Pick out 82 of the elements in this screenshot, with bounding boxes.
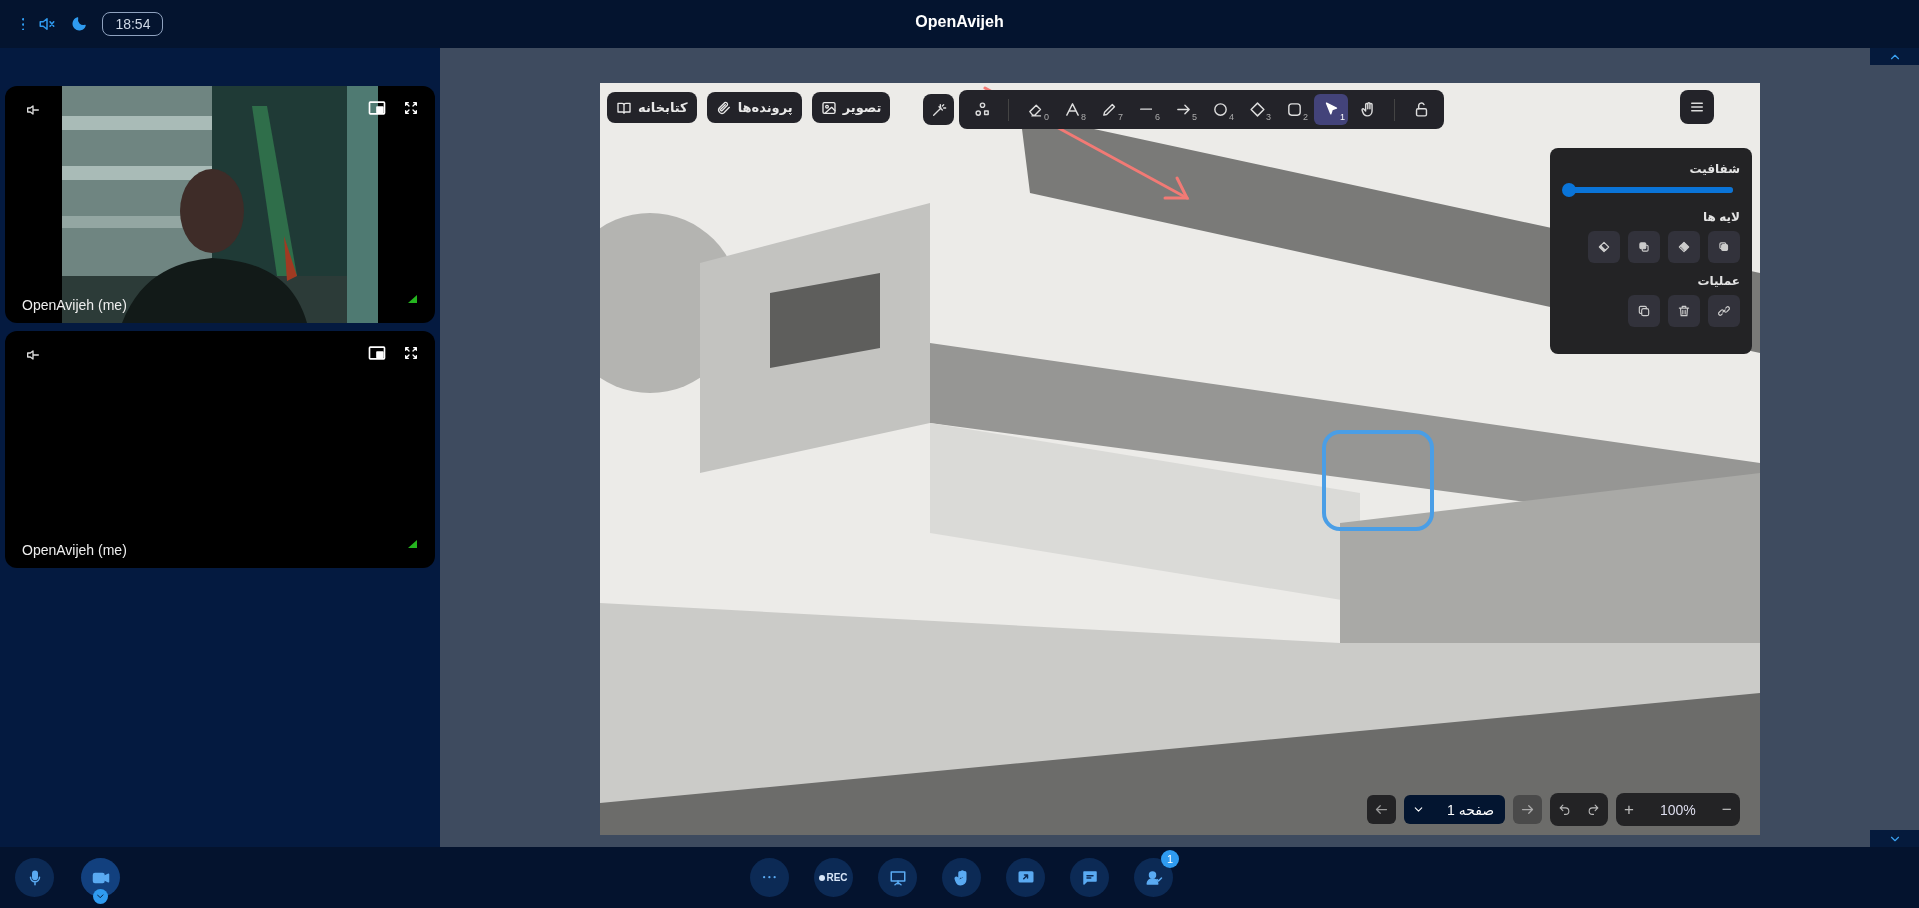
app-title: OpenAvijeh	[915, 13, 1004, 31]
layer-button[interactable]	[1628, 231, 1660, 263]
more-icon	[22, 17, 25, 31]
line-icon	[1139, 107, 1153, 112]
zoom-in-button[interactable]: +	[1624, 799, 1634, 820]
link-icon	[1717, 304, 1731, 318]
camera-button[interactable]	[81, 858, 120, 897]
more-icon	[763, 876, 776, 879]
overlapping-squares-icon	[1637, 240, 1651, 254]
diamond-icon	[1248, 101, 1266, 118]
zoom-out-button[interactable]: −	[1721, 799, 1732, 820]
panel-heading: عملیات	[1696, 274, 1740, 288]
paperclip-icon	[715, 99, 732, 116]
tilted-squares-icon	[1597, 240, 1611, 254]
picture-in-picture-button[interactable]	[367, 98, 387, 118]
redo-button[interactable]	[1587, 803, 1600, 816]
pencil-icon	[1100, 101, 1118, 118]
magic-wand-button[interactable]	[923, 94, 954, 125]
signal-icon	[408, 540, 417, 548]
copy-icon	[1637, 304, 1651, 318]
presentation-button[interactable]	[878, 858, 917, 897]
layer-button[interactable]	[1588, 231, 1620, 263]
moon-icon	[70, 15, 89, 33]
arrow-tool-button[interactable]: 5	[1166, 94, 1200, 125]
screen-share-button[interactable]	[1006, 858, 1045, 897]
delete-button[interactable]	[1668, 295, 1700, 327]
image-button[interactable]: تصویر	[811, 92, 891, 123]
fullscreen-icon	[403, 100, 419, 116]
diamond-tool-button[interactable]: 3	[1240, 94, 1274, 125]
trash-icon	[1677, 304, 1691, 318]
eraser-tool-button[interactable]: 0	[1018, 94, 1052, 125]
layer-button[interactable]	[1668, 231, 1700, 263]
library-button[interactable]: کتابخانه	[607, 92, 697, 123]
text-tool-icon	[1063, 101, 1081, 118]
undo-button[interactable]	[1558, 803, 1571, 816]
chat-button[interactable]	[1070, 858, 1109, 897]
participant-name: OpenAvijeh (me)	[22, 542, 127, 558]
signal-icon	[408, 295, 417, 303]
presentation-icon	[888, 868, 907, 887]
raise-hand-button[interactable]	[942, 858, 981, 897]
duplicate-button[interactable]	[1628, 295, 1660, 327]
select-tool-button[interactable]: 1	[1314, 94, 1348, 125]
zoom-level: 100%	[1658, 801, 1697, 818]
microphone-button[interactable]	[15, 858, 54, 897]
stacked-squares-icon	[1717, 240, 1731, 254]
image-icon	[820, 99, 837, 116]
record-button[interactable]: REC	[814, 858, 853, 897]
tilted-squares-icon	[1677, 240, 1691, 254]
picture-in-picture-icon	[367, 98, 387, 118]
undo-icon	[1558, 803, 1571, 816]
panel-heading: شفافیت	[1688, 162, 1740, 176]
shapes-icon	[973, 101, 991, 118]
record-dot-icon	[819, 874, 826, 881]
chat-bubble-icon	[1080, 868, 1099, 887]
pencil-tool-button[interactable]: 7	[1092, 94, 1126, 125]
ellipse-tool-button[interactable]: 4	[1203, 94, 1237, 125]
panel-heading: لایه ها	[1702, 210, 1740, 224]
count-badge: 1	[1161, 850, 1179, 868]
text-tool-button[interactable]: 8	[1055, 94, 1089, 125]
fullscreen-icon	[403, 345, 419, 361]
layer-button[interactable]	[1708, 231, 1740, 263]
files-button[interactable]: پرونده‌ها	[706, 92, 802, 123]
speaker-muted-icon	[38, 15, 57, 33]
line-tool-button[interactable]: 6	[1129, 94, 1163, 125]
arrow-left-icon	[1374, 802, 1389, 817]
arrow-right-icon	[1520, 802, 1535, 817]
participants-icon	[1144, 868, 1163, 887]
slider-thumb[interactable]	[1562, 183, 1576, 197]
picture-in-picture-icon	[367, 343, 387, 363]
previous-page-button[interactable]	[1367, 795, 1396, 824]
rectangle-tool-button[interactable]: 2	[1277, 94, 1311, 125]
rectangle-icon	[1285, 101, 1303, 118]
clock-time: 18:54	[102, 12, 164, 36]
circle-icon	[1211, 101, 1229, 118]
magic-wand-icon	[930, 101, 947, 118]
page-select[interactable]: صفحه 1	[1404, 795, 1505, 824]
participant-name: OpenAvijeh (me)	[22, 297, 127, 313]
picture-in-picture-button[interactable]	[367, 343, 387, 363]
link-button[interactable]	[1708, 295, 1740, 327]
menu-button[interactable]	[1680, 90, 1714, 124]
redo-icon	[1587, 803, 1600, 816]
chevron-down-icon	[97, 894, 104, 899]
